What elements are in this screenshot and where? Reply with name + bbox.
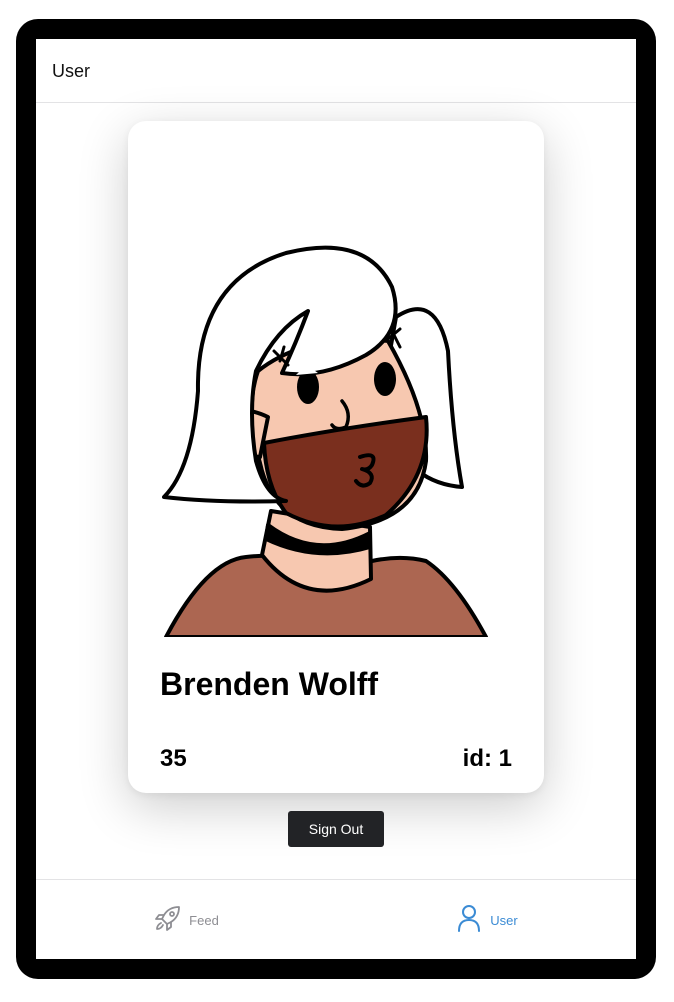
page-title: User (52, 61, 91, 81)
person-icon (454, 903, 484, 938)
user-id: id: 1 (462, 745, 512, 772)
tab-feed[interactable]: Feed (36, 880, 336, 959)
sign-out-button[interactable]: Sign Out (288, 811, 384, 847)
tab-user[interactable]: User (336, 880, 636, 959)
user-card: Brenden Wolff 35 id: 1 (128, 121, 544, 793)
nav-header: User (36, 39, 636, 103)
app-screen: User Brenden Wolff 35 id: 1 Sign Out Fee… (36, 39, 636, 959)
user-name: Brenden Wolff (160, 666, 379, 702)
tab-user-label: User (490, 912, 518, 928)
tab-feed-label: Feed (189, 912, 219, 928)
avatar-illustration (162, 245, 488, 637)
user-age: 35 (160, 745, 187, 772)
tab-bar: Feed User (36, 879, 636, 959)
user-content: Brenden Wolff 35 id: 1 Sign Out (36, 103, 636, 879)
rocket-icon (153, 903, 183, 938)
